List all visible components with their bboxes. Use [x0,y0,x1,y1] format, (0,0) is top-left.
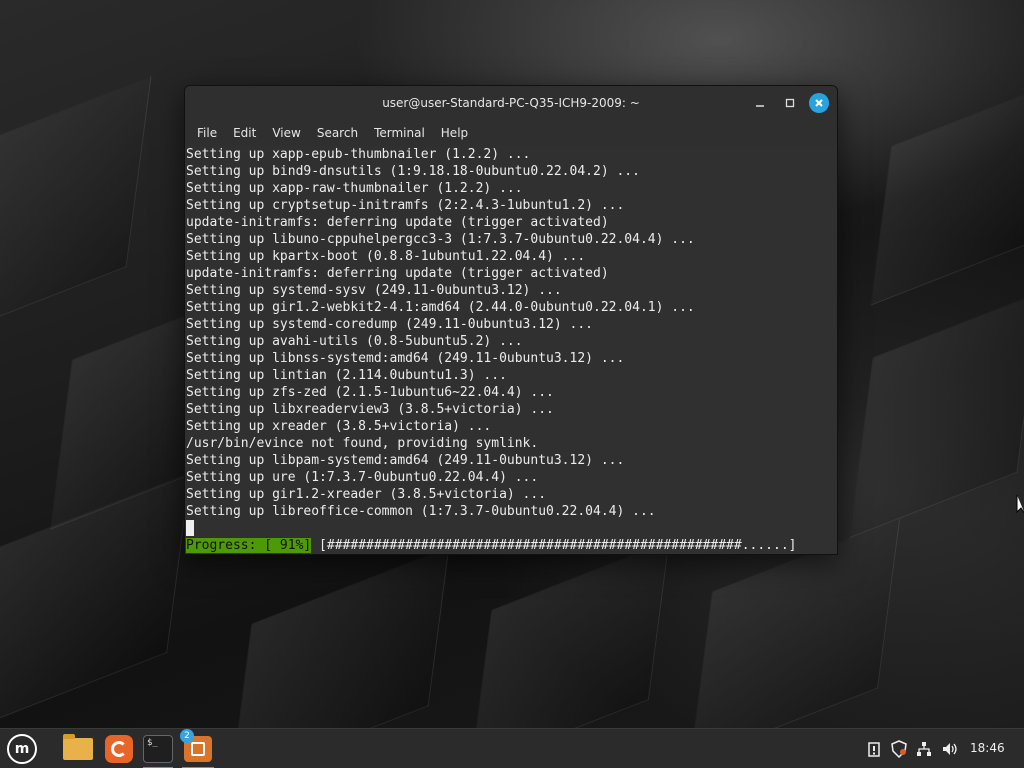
terminal-line: Setting up xapp-epub-thumbnailer (1.2.2)… [186,147,531,162]
menu-button[interactable]: m [4,729,40,768]
terminal-line: Setting up libnss-systemd:amd64 (249.11-… [186,351,625,366]
text-cursor [186,520,194,536]
taskbar: m $_ 2 18:46 [0,728,1024,768]
firefox-icon [105,735,133,763]
volume-icon [943,743,957,755]
linux-mint-logo-icon: m [7,734,37,764]
close-icon [815,99,823,107]
terminal-line: Setting up xreader (3.8.5+victoria) ... [186,419,492,434]
terminal-launcher[interactable]: $_ [139,729,177,768]
window-titlebar[interactable]: user@user-Standard-PC-Q35-ICH9-2009: ~ [185,86,837,120]
terminal-window[interactable]: user@user-Standard-PC-Q35-ICH9-2009: ~ F… [184,85,838,555]
terminal-line: Setting up kpartx-boot (0.8.8-1ubuntu1.2… [186,249,586,264]
clipboard-alert-icon [868,742,880,757]
progress-row: Progress: [ 91%] [######################… [186,537,797,554]
terminal-line: Setting up libpam-systemd:amd64 (249.11-… [186,453,625,468]
terminal-line: Setting up systemd-coredump (249.11-0ubu… [186,317,593,332]
shield-icon [891,740,907,758]
terminal-line: Setting up avahi-utils (0.8-5ubuntu5.2) … [186,334,523,349]
folder-icon [63,734,93,760]
clock[interactable]: 18:46 [970,741,1005,755]
network-tray-button[interactable] [914,739,934,759]
mouse-pointer-icon [1016,495,1024,514]
terminal-cursor-line [186,520,837,537]
menu-edit[interactable]: Edit [225,126,264,140]
close-button[interactable] [809,93,829,113]
terminal-line: Setting up libuno-cppuhelpergcc3-3 (1:7.… [186,232,695,247]
terminal-line: update-initramfs: deferring update (trig… [186,215,609,230]
menubar: File Edit View Search Terminal Help [185,120,837,146]
terminal-icon: $_ [143,735,173,763]
terminal-line: Setting up systemd-sysv (249.11-0ubuntu3… [186,283,562,298]
menu-search[interactable]: Search [309,126,366,140]
volume-tray-button[interactable] [940,739,960,759]
terminal-lines: Setting up xapp-epub-thumbnailer (1.2.2)… [186,146,837,520]
terminal-line: Setting up ure (1:7.3.7-0ubuntu0.22.04.4… [186,470,539,485]
progress-label: Progress: [ 91%] [186,538,312,553]
terminal-line: Setting up gir1.2-xreader (3.8.5+victori… [186,487,547,502]
firefox-launcher[interactable] [100,729,138,768]
menu-view[interactable]: View [264,126,308,140]
update-tray-button[interactable] [889,739,909,759]
terminal-line: Setting up lintian (2.114.0ubuntu1.3) ..… [186,368,507,383]
progress-bar: [#######################################… [311,538,797,553]
notification-badge: 2 [180,729,194,743]
terminal-line: Setting up libreoffice-common (1:7.3.7-0… [186,504,656,519]
terminal-line: Setting up gir1.2-webkit2-4.1:amd64 (2.4… [186,300,695,315]
menu-help[interactable]: Help [433,126,476,140]
terminal-output[interactable]: Setting up xapp-epub-thumbnailer (1.2.2)… [185,146,837,554]
notifications-tray-button[interactable] [864,739,884,759]
terminal-line: Setting up bind9-dnsutils (1:9.18.18-0ub… [186,164,640,179]
files-launcher[interactable] [58,729,98,768]
menu-file[interactable]: File [189,126,225,140]
minimize-icon [756,105,764,107]
terminal-line: update-initramfs: deferring update (trig… [186,266,609,281]
window-title: user@user-Standard-PC-Q35-ICH9-2009: ~ [382,96,640,110]
terminal-line: Setting up libxreaderview3 (3.8.5+victor… [186,402,554,417]
maximize-button[interactable] [779,92,801,114]
terminal-line: Setting up xapp-raw-thumbnailer (1.2.2) … [186,181,523,196]
terminal-line: /usr/bin/evince not found, providing sym… [186,436,539,451]
minimize-button[interactable] [749,92,771,114]
terminal-line: Setting up zfs-zed (2.1.5-1ubuntu6~22.04… [186,385,554,400]
terminal-line: Setting up cryptsetup-initramfs (2:2.4.3… [186,198,625,213]
maximize-icon [785,98,795,108]
menu-terminal[interactable]: Terminal [366,126,433,140]
network-icon [917,742,931,756]
